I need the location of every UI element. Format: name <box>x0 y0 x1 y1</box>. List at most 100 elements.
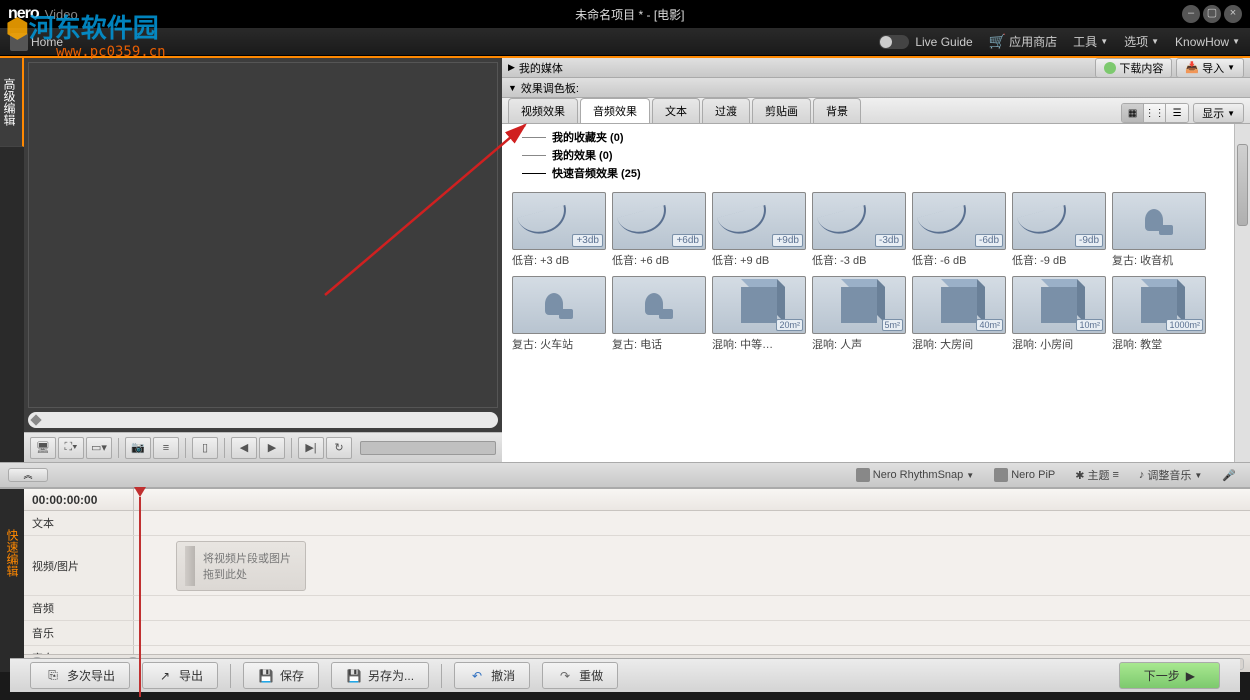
display-dropdown[interactable]: 显示▼ <box>1193 103 1244 123</box>
effect-thumbnail: +3db <box>512 192 606 250</box>
effect-thumbnail <box>612 276 706 334</box>
timeline-ruler[interactable]: 00:00:00:00 <box>24 489 1250 511</box>
live-guide-toggle[interactable]: Live Guide <box>879 35 972 49</box>
time-readout: 00:00:00:00 <box>24 489 134 510</box>
effect-item[interactable]: -9db低音: -9 dB <box>1012 192 1106 270</box>
view-large-icons[interactable]: ▦ <box>1122 104 1144 122</box>
effect-thumbnail: -3db <box>812 192 906 250</box>
effect-item[interactable]: -3db低音: -3 dB <box>812 192 906 270</box>
tab-audio-fx[interactable]: 音频效果 <box>580 98 650 123</box>
effect-grid: +3db低音: +3 dB+6db低音: +6 dB+9db低音: +9 dB-… <box>502 186 1234 462</box>
collapse-timeline-handle[interactable]: ︽ <box>8 468 48 482</box>
align-button[interactable]: ≡ <box>153 437 179 459</box>
vertical-scrollbar[interactable] <box>1234 124 1250 462</box>
undo-button[interactable]: ↶撤消 <box>454 662 530 689</box>
preview-toolbar: 🖥 ⛶▾ ▭▾ 📷 ≡ ▯ ◀ ▶ ▶| ↻ <box>24 432 502 462</box>
effect-item[interactable]: 10m²混响: 小房间 <box>1012 276 1106 354</box>
effect-item[interactable]: 40m²混响: 大房间 <box>912 276 1006 354</box>
tab-background[interactable]: 背景 <box>813 98 861 123</box>
tree-my-effects[interactable]: 我的效果 (0) <box>512 146 1224 164</box>
monitor-button[interactable]: 🖥 <box>30 437 56 459</box>
effect-item[interactable]: 1000m²混响: 教堂 <box>1112 276 1206 354</box>
playhead-line <box>139 497 141 697</box>
save-icon: 💾 <box>258 668 274 684</box>
chevron-down-icon: ▼ <box>1151 37 1159 46</box>
save-as-button[interactable]: 💾另存为... <box>331 662 429 689</box>
effect-thumbnail: -6db <box>912 192 1006 250</box>
prev-frame-button[interactable]: ◀ <box>231 437 257 459</box>
preview-viewport[interactable] <box>28 62 498 408</box>
tree-quick-audio[interactable]: 快速音频效果 (25) <box>512 164 1224 182</box>
track-audio[interactable]: 音频 <box>24 596 1250 621</box>
cart-icon: 🛒 <box>989 33 1006 50</box>
rhythm-snap-button[interactable]: Nero RhythmSnap▼ <box>850 466 980 484</box>
track-video[interactable]: 视频/图片 将视频片段或图片拖到此处 <box>24 536 1250 596</box>
import-button[interactable]: 📥导入▼ <box>1176 58 1244 78</box>
timeline-left-sidebar: 快速编辑 <box>0 489 24 672</box>
adjust-music-button[interactable]: ♪调整音乐▼ <box>1133 465 1208 485</box>
menubar: Home Live Guide 🛒 应用商店 工具▼ 选项▼ KnowHow▼ <box>0 28 1250 56</box>
minimize-button[interactable]: – <box>1182 5 1200 23</box>
view-small-icons[interactable]: ⋮⋮ <box>1144 104 1166 122</box>
redo-button[interactable]: ↷重做 <box>542 662 618 689</box>
track-text[interactable]: 文本 <box>24 511 1250 536</box>
mic-button[interactable]: 🎤 <box>1216 467 1242 484</box>
effect-item[interactable]: 5m²混响: 人声 <box>812 276 906 354</box>
maximize-button[interactable]: ▢ <box>1203 5 1221 23</box>
snapshot-button[interactable]: 📷 <box>125 437 151 459</box>
close-button[interactable]: × <box>1224 5 1242 23</box>
view-list[interactable]: ☰ <box>1166 104 1188 122</box>
effect-item[interactable]: +3db低音: +3 dB <box>512 192 606 270</box>
effect-item[interactable]: 20m²混响: 中等… <box>712 276 806 354</box>
knowhow-menu[interactable]: KnowHow▼ <box>1175 35 1240 49</box>
tab-video-fx[interactable]: 视频效果 <box>508 98 578 123</box>
multi-export-button[interactable]: ⎘多次导出 <box>30 662 130 689</box>
effect-item[interactable]: 复古: 收音机 <box>1112 192 1206 270</box>
app-store-menu[interactable]: 🛒 应用商店 <box>989 33 1057 50</box>
sidebar-tab-quick[interactable]: 快速编辑 <box>4 529 21 577</box>
chevron-down-icon: ▼ <box>1232 37 1240 46</box>
home-icon <box>10 33 28 51</box>
theme-button[interactable]: ✱主题≡ <box>1069 465 1125 485</box>
effect-item[interactable]: 复古: 电话 <box>612 276 706 354</box>
save-button[interactable]: 💾保存 <box>243 662 319 689</box>
chevron-down-icon: ▼ <box>1194 471 1202 480</box>
save-as-icon: 💾 <box>346 668 362 684</box>
next-frame-button[interactable]: ▶| <box>298 437 324 459</box>
effect-label: 混响: 教堂 <box>1112 334 1206 354</box>
effect-item[interactable]: -6db低音: -6 dB <box>912 192 1006 270</box>
play-button[interactable]: ▶ <box>259 437 285 459</box>
import-icon: 📥 <box>1185 61 1199 74</box>
tab-text[interactable]: 文本 <box>652 98 700 123</box>
preview-progress[interactable] <box>360 441 496 455</box>
home-button[interactable]: Home <box>10 33 63 51</box>
trim-button[interactable]: ▯ <box>192 437 218 459</box>
playhead-marker[interactable] <box>134 487 146 497</box>
loop-button[interactable]: ↻ <box>326 437 352 459</box>
tab-clipart[interactable]: 剪贴画 <box>752 98 811 123</box>
track-music[interactable]: 音乐 <box>24 621 1250 646</box>
effect-label: 低音: -9 dB <box>1012 250 1106 270</box>
effect-item[interactable]: +6db低音: +6 dB <box>612 192 706 270</box>
track-narration[interactable]: 旁白 <box>24 646 1250 654</box>
tree-favorites[interactable]: 我的收藏夹 (0) <box>512 128 1224 146</box>
preview-position-slider[interactable] <box>28 412 498 428</box>
aspect-button[interactable]: ▭▾ <box>86 437 112 459</box>
palette-header[interactable]: ▼ 效果调色板: <box>502 78 1250 98</box>
sidebar-tab-advanced[interactable]: 高级编辑 <box>0 58 24 147</box>
fullscreen-button[interactable]: ⛶▾ <box>58 437 84 459</box>
nero-pip-button[interactable]: Nero PiP <box>988 466 1061 484</box>
effect-item[interactable]: 复古: 火车站 <box>512 276 606 354</box>
export-button[interactable]: ↗导出 <box>142 662 218 689</box>
effect-item[interactable]: +9db低音: +9 dB <box>712 192 806 270</box>
tab-transition[interactable]: 过渡 <box>702 98 750 123</box>
drop-zone-hint[interactable]: 将视频片段或图片拖到此处 <box>176 541 306 591</box>
download-content-button[interactable]: 下载内容 <box>1095 58 1172 78</box>
effect-label: 低音: -6 dB <box>912 250 1006 270</box>
effect-label: 复古: 电话 <box>612 334 706 354</box>
theme-icon: ✱ <box>1075 469 1084 482</box>
next-step-button[interactable]: 下一步 ▶ <box>1119 662 1220 689</box>
options-menu[interactable]: 选项▼ <box>1124 33 1159 50</box>
my-media-header[interactable]: ▶ 我的媒体 下载内容 📥导入▼ <box>502 58 1250 78</box>
tools-menu[interactable]: 工具▼ <box>1073 33 1108 50</box>
